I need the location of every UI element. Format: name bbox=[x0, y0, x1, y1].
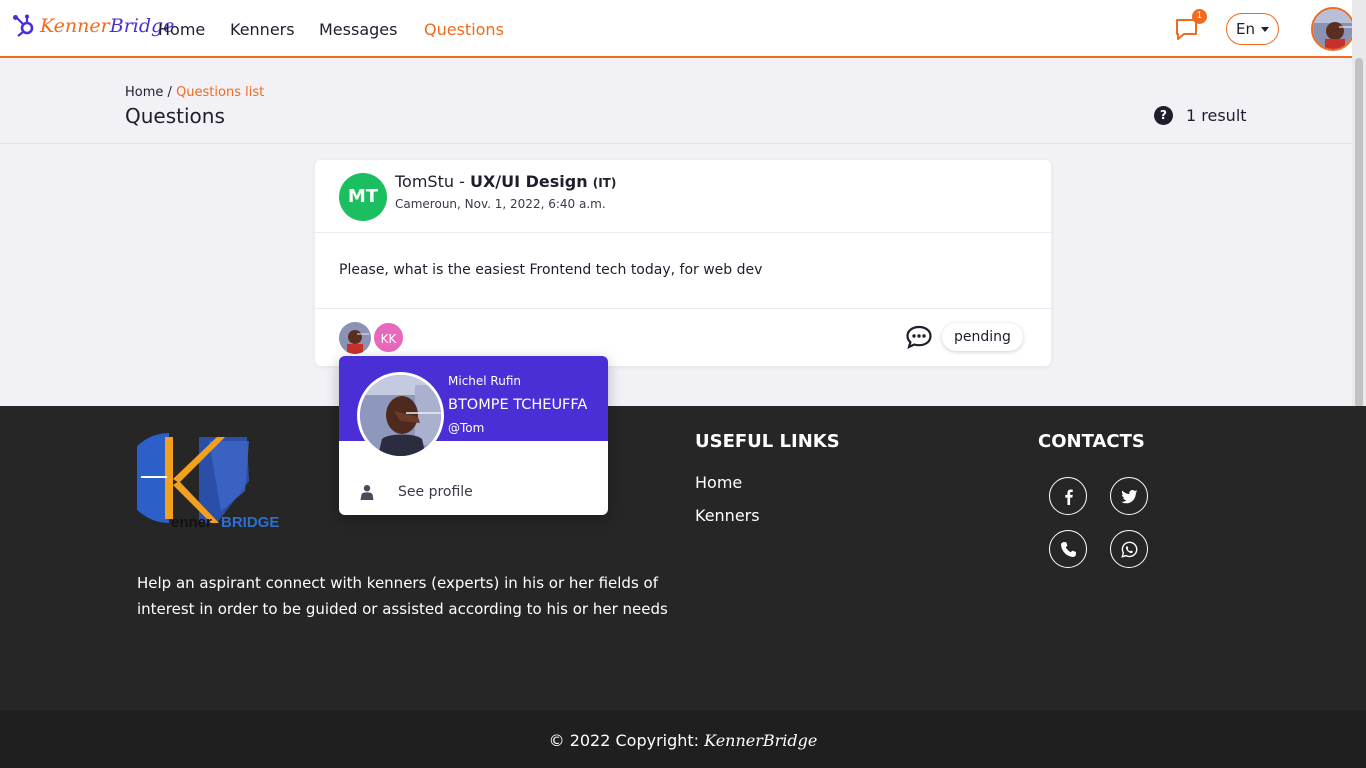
breadcrumb-home[interactable]: Home bbox=[125, 85, 163, 100]
nav-link-questions[interactable]: Questions bbox=[424, 20, 504, 39]
brand-name: KennerBridge bbox=[40, 15, 174, 37]
site-footer: enner BRIDGE Help an aspirant connect wi… bbox=[0, 406, 1366, 710]
question-domain: UX/UI Design bbox=[469, 172, 588, 191]
participant-avatar[interactable] bbox=[339, 322, 371, 354]
person-icon bbox=[360, 485, 374, 500]
phone-icon bbox=[1060, 541, 1076, 557]
copyright-bar: © 2022 Copyright: KennerBridge bbox=[0, 710, 1366, 768]
result-count-text: 1 result bbox=[1186, 106, 1247, 125]
scrollbar-thumb[interactable] bbox=[1355, 58, 1363, 408]
question-circle-icon: ? bbox=[1154, 106, 1173, 125]
chevron-down-icon bbox=[1261, 27, 1269, 32]
question-card[interactable]: MT TomStu - UX/UI Design (IT) Cameroun, … bbox=[315, 160, 1051, 366]
breadcrumb-separator: / bbox=[167, 85, 172, 100]
nav-link-home[interactable]: Home bbox=[158, 20, 205, 39]
comment-icon[interactable] bbox=[905, 324, 933, 350]
whatsapp-button[interactable] bbox=[1110, 530, 1148, 568]
footer-link-kenners[interactable]: Kenners bbox=[695, 506, 760, 525]
twitter-button[interactable] bbox=[1110, 477, 1148, 515]
popover-handle: @Tom bbox=[448, 421, 485, 435]
notification-badge: 1 bbox=[1192, 9, 1207, 24]
author-name[interactable]: TomStu bbox=[395, 172, 454, 191]
popover-first-name: Michel Rufin bbox=[448, 374, 521, 388]
top-navbar: KennerBridge Home Kenners Messages Quest… bbox=[0, 0, 1355, 58]
result-count: ? 1 result bbox=[1154, 106, 1247, 125]
facebook-button[interactable] bbox=[1049, 477, 1087, 515]
question-body: Please, what is the easiest Frontend tec… bbox=[339, 262, 763, 278]
popover-avatar-photo bbox=[360, 375, 441, 456]
participant-photo bbox=[339, 322, 371, 354]
status-badge: pending bbox=[942, 323, 1023, 351]
footer-link-home[interactable]: Home bbox=[695, 473, 742, 492]
twitter-icon bbox=[1120, 489, 1137, 503]
header-divider bbox=[0, 143, 1352, 144]
breadcrumb: Home / Questions list bbox=[125, 85, 264, 100]
participant-avatar-kk[interactable]: KK bbox=[372, 321, 405, 354]
user-avatar[interactable] bbox=[1311, 7, 1355, 51]
page-title: Questions bbox=[125, 104, 225, 128]
kennerbridge-logo: enner BRIDGE bbox=[137, 433, 279, 531]
avatar-photo bbox=[1313, 9, 1353, 49]
see-profile-label: See profile bbox=[398, 484, 473, 500]
brand-name-part1: Kenner bbox=[40, 15, 110, 37]
question-meta: Cameroun, Nov. 1, 2022, 6:40 a.m. bbox=[395, 197, 606, 211]
question-card-footer-divider bbox=[315, 308, 1051, 309]
nav-link-kenners[interactable]: Kenners bbox=[230, 20, 295, 39]
logo-word-enner: enner bbox=[171, 514, 212, 531]
brand-logo[interactable]: KennerBridge bbox=[12, 14, 174, 38]
phone-button[interactable] bbox=[1049, 530, 1087, 568]
facebook-icon bbox=[1064, 488, 1073, 505]
contacts-title: CONTACTS bbox=[1038, 431, 1145, 452]
hubspot-style-icon bbox=[13, 14, 34, 37]
author-avatar[interactable]: MT bbox=[339, 173, 387, 221]
footer-about-text: Help an aspirant connect with kenners (e… bbox=[137, 574, 668, 618]
popover-last-name: BTOMPE TCHEUFFA bbox=[448, 397, 588, 413]
copyright-text: © 2022 Copyright: bbox=[548, 731, 700, 750]
language-dropdown[interactable]: En bbox=[1226, 13, 1279, 45]
nav-link-messages[interactable]: Messages bbox=[319, 20, 397, 39]
breadcrumb-current: Questions list bbox=[176, 85, 265, 100]
user-profile-popover: Michel Rufin BTOMPE TCHEUFFA @Tom See pr… bbox=[339, 356, 608, 515]
question-category: (IT) bbox=[592, 176, 617, 190]
whatsapp-icon bbox=[1120, 541, 1137, 558]
see-profile-button[interactable]: See profile bbox=[359, 484, 473, 500]
popover-avatar[interactable] bbox=[357, 372, 444, 459]
author-separator: - bbox=[454, 172, 470, 191]
copyright-brand[interactable]: KennerBridge bbox=[704, 731, 817, 750]
useful-links-title: USEFUL LINKS bbox=[695, 431, 840, 452]
language-value: En bbox=[1236, 20, 1255, 38]
question-author-line: TomStu - UX/UI Design (IT) bbox=[395, 172, 616, 191]
logo-word-bridge: BRIDGE bbox=[221, 514, 279, 531]
